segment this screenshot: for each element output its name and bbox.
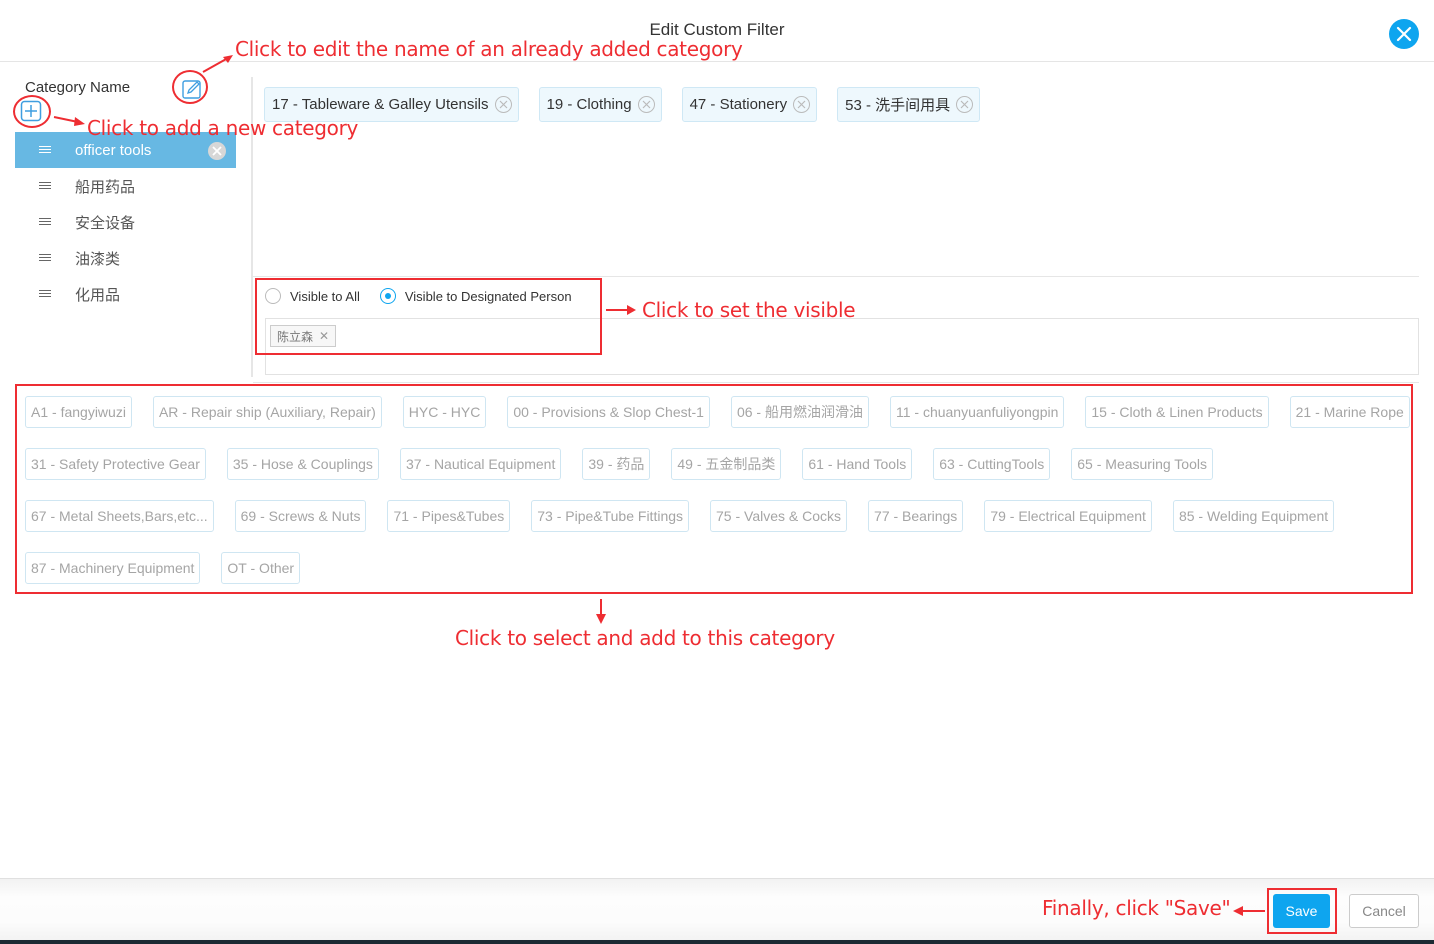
drag-handle-icon[interactable] (39, 253, 51, 263)
close-icon (797, 100, 806, 109)
annotation-box-available-tags (15, 384, 1413, 594)
drag-handle-icon[interactable] (39, 289, 51, 299)
close-icon (960, 100, 969, 109)
edit-custom-filter-dialog: Edit Custom Filter Category Name officer… (0, 0, 1434, 944)
selected-tag-label: 47 - Stationery (689, 96, 788, 113)
category-name-header: Category Name (25, 79, 131, 96)
cancel-button[interactable]: Cancel (1349, 894, 1419, 928)
selected-tag[interactable]: 19 - Clothing (538, 87, 662, 122)
category-item[interactable]: 化用品 (15, 276, 236, 312)
close-button[interactable] (1389, 19, 1419, 49)
close-icon (1396, 26, 1412, 42)
remove-tag-button[interactable] (793, 96, 811, 113)
annotation-edit-name: Click to edit the name of an already add… (235, 37, 743, 61)
bottom-bar (0, 940, 1434, 944)
annotation-box-save (1267, 888, 1337, 934)
category-label: 油漆类 (75, 250, 121, 268)
category-label: 船用药品 (75, 178, 136, 196)
category-list: officer tools 船用药品 安全设备 油漆类 化用品 (15, 132, 236, 312)
selected-tag[interactable]: 47 - Stationery (681, 87, 818, 122)
annotation-save: Finally, click "Save" (1042, 896, 1231, 920)
divider (253, 382, 1419, 383)
close-icon (642, 100, 650, 109)
close-icon (499, 100, 507, 109)
annotation-set-visible: Click to set the visible (642, 298, 856, 322)
category-item[interactable]: 安全设备 (15, 204, 236, 240)
annotation-select-add: Click to select and add to this category (455, 626, 835, 650)
category-item[interactable]: 油漆类 (15, 240, 236, 276)
category-item[interactable]: 船用药品 (15, 168, 236, 204)
annotation-arrow-icon (1233, 906, 1265, 916)
drag-handle-icon[interactable] (39, 181, 51, 191)
annotation-arrow-icon (202, 55, 233, 73)
selected-tag-label: 17 - Tableware & Galley Utensils (272, 96, 489, 113)
selected-tag-label: 53 - 洗手间用具 (845, 97, 951, 114)
remove-category-button[interactable] (208, 142, 226, 160)
drag-handle-icon[interactable] (39, 217, 51, 227)
annotation-arrow-icon (596, 599, 606, 624)
annotation-circle-add (13, 95, 51, 128)
category-label: 化用品 (75, 286, 121, 304)
remove-tag-button[interactable] (494, 96, 512, 113)
annotation-arrow-icon (53, 116, 85, 126)
category-label: officer tools (75, 141, 152, 159)
remove-tag-button[interactable] (637, 96, 655, 113)
drag-handle-icon[interactable] (39, 145, 51, 155)
annotation-arrow-icon (606, 305, 636, 315)
category-label: 安全设备 (75, 214, 136, 232)
divider (253, 276, 1419, 277)
remove-tag-button[interactable] (956, 96, 974, 113)
annotation-add-category: Click to add a new category (87, 116, 359, 140)
close-icon (212, 146, 222, 156)
selected-tag[interactable]: 53 - 洗手间用具 (837, 87, 981, 122)
annotation-box-visibility (255, 278, 602, 355)
selected-tag-label: 19 - Clothing (546, 96, 632, 113)
selected-tags: 17 - Tableware & Galley Utensils 19 - Cl… (264, 87, 1000, 122)
